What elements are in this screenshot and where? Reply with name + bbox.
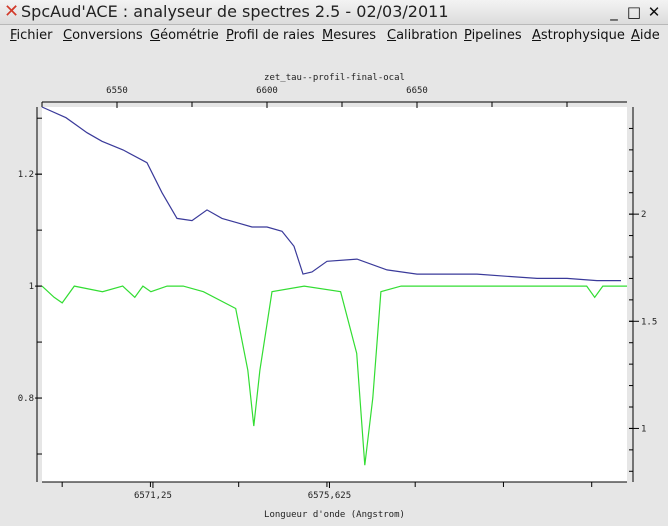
top-tick-label: 6650 bbox=[406, 86, 428, 96]
bottom-tick-label: 6571,25 bbox=[134, 491, 172, 501]
app-icon: ✕ bbox=[4, 1, 20, 22]
left-tick-label: 0.8 bbox=[18, 394, 34, 404]
top-tick-label: 6600 bbox=[256, 86, 278, 96]
plot-background bbox=[42, 107, 627, 482]
window-title: SpcAud'ACE : analyseur de spectres 2.5 -… bbox=[21, 2, 449, 21]
left-tick-label: 1 bbox=[29, 282, 34, 292]
menu-geometrie[interactable]: Géométrie bbox=[150, 28, 219, 44]
menu-pipelines[interactable]: Pipelines bbox=[464, 28, 522, 44]
menu-aide[interactable]: Aide bbox=[631, 28, 660, 44]
spectrum-chart[interactable]: zet_tau--profil-final-ocal Longueur d'ond… bbox=[0, 48, 668, 522]
menu-astrophysique[interactable]: Astrophysique bbox=[532, 28, 625, 44]
x-axis-label: Longueur d'onde (Angstrom) bbox=[264, 510, 405, 520]
menu-bar: Fichier Conversions Géométrie Profil de … bbox=[0, 25, 668, 47]
close-button[interactable]: ✕ bbox=[646, 4, 662, 20]
title-bar: ✕ SpcAud'ACE : analyseur de spectres 2.5… bbox=[0, 0, 668, 25]
bottom-tick-label: 6575,625 bbox=[308, 491, 351, 501]
right-tick-label: 1.5 bbox=[641, 317, 657, 327]
chart-title: zet_tau--profil-final-ocal bbox=[264, 73, 405, 83]
left-tick-label: 1.2 bbox=[18, 170, 34, 180]
menu-mesures[interactable]: Mesures bbox=[322, 28, 376, 44]
minimize-button[interactable]: _ bbox=[606, 4, 622, 20]
menu-fichier[interactable]: Fichier bbox=[10, 28, 53, 44]
right-tick-label: 1 bbox=[641, 424, 646, 434]
right-tick-label: 2 bbox=[641, 210, 646, 220]
menu-conversions[interactable]: Conversions bbox=[63, 28, 143, 44]
menu-calibration[interactable]: Calibration bbox=[387, 28, 458, 44]
menu-profil-de-raies[interactable]: Profil de raies bbox=[226, 28, 315, 44]
plot-area: zet_tau--profil-final-ocal Longueur d'ond… bbox=[0, 48, 668, 522]
top-tick-label: 6550 bbox=[106, 86, 128, 96]
maximize-button[interactable]: □ bbox=[626, 4, 642, 20]
